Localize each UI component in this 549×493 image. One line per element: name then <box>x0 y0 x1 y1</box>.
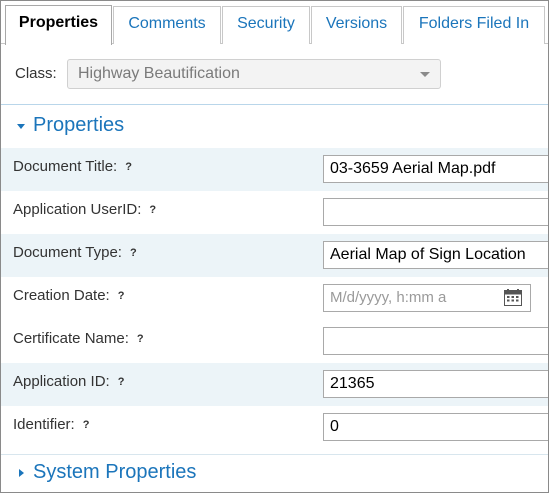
help-icon[interactable]: ? <box>118 290 125 302</box>
properties-section-title: Properties <box>33 114 125 136</box>
properties-dialog: Properties Comments Security Versions Fo… <box>0 0 549 493</box>
identifier-label: Identifier:? <box>13 416 90 433</box>
help-icon[interactable]: ? <box>130 247 137 259</box>
creation-date-placeholder: M/d/yyyy, h:mm a <box>330 289 447 306</box>
collapsed-triangle-icon <box>19 469 24 477</box>
property-row-certificate-name: Certificate Name:? <box>1 320 548 363</box>
calendar-icon[interactable] <box>504 289 522 306</box>
class-select[interactable]: Highway Beautification <box>67 59 441 89</box>
property-row-application-userid: Application UserID:? <box>1 191 548 234</box>
class-select-value: Highway Beautification <box>78 65 240 82</box>
class-label: Class: <box>15 65 57 82</box>
certificate-name-label: Certificate Name:? <box>13 330 144 347</box>
application-id-label: Application ID:? <box>13 373 125 390</box>
system-properties-section-title: System Properties <box>33 461 197 483</box>
help-icon[interactable]: ? <box>83 419 90 431</box>
help-icon[interactable]: ? <box>149 204 156 216</box>
system-properties-section-header[interactable]: System Properties <box>1 455 548 492</box>
property-row-creation-date: Creation Date:? M/d/yyyy, h:mm a <box>1 277 548 320</box>
document-type-label: Document Type:? <box>13 244 137 261</box>
tab-properties[interactable]: Properties <box>5 5 112 45</box>
tab-folders-filed-in[interactable]: Folders Filed In <box>403 6 545 44</box>
document-type-field[interactable]: Aerial Map of Sign Location <box>323 241 548 269</box>
creation-date-field[interactable]: M/d/yyyy, h:mm a <box>323 284 531 312</box>
tab-comments[interactable]: Comments <box>113 6 221 44</box>
tab-bar: Properties Comments Security Versions Fo… <box>1 1 548 45</box>
certificate-name-field[interactable] <box>323 327 548 355</box>
property-row-document-title: Document Title:? 03-3659 Aerial Map.pdf <box>1 148 548 191</box>
help-icon[interactable]: ? <box>125 161 132 173</box>
property-row-document-type: Document Type:? Aerial Map of Sign Locat… <box>1 234 548 277</box>
help-icon[interactable]: ? <box>118 376 125 388</box>
application-id-field[interactable]: 21365 <box>323 370 548 398</box>
property-row-identifier: Identifier:? 0 <box>1 406 548 449</box>
creation-date-label: Creation Date:? <box>13 287 125 304</box>
document-title-label: Document Title:? <box>13 158 132 175</box>
chevron-down-icon <box>420 72 430 77</box>
tab-security[interactable]: Security <box>222 6 310 44</box>
properties-section-header[interactable]: Properties <box>1 108 548 148</box>
help-icon[interactable]: ? <box>137 333 144 345</box>
class-row: Class: Highway Beautification <box>1 45 548 105</box>
document-title-field[interactable]: 03-3659 Aerial Map.pdf <box>323 155 548 183</box>
identifier-field[interactable]: 0 <box>323 413 548 441</box>
expanded-triangle-icon <box>17 124 25 129</box>
tab-versions[interactable]: Versions <box>311 6 402 44</box>
application-userid-field[interactable] <box>323 198 548 226</box>
property-row-application-id: Application ID:? 21365 <box>1 363 548 406</box>
application-userid-label: Application UserID:? <box>13 201 157 218</box>
